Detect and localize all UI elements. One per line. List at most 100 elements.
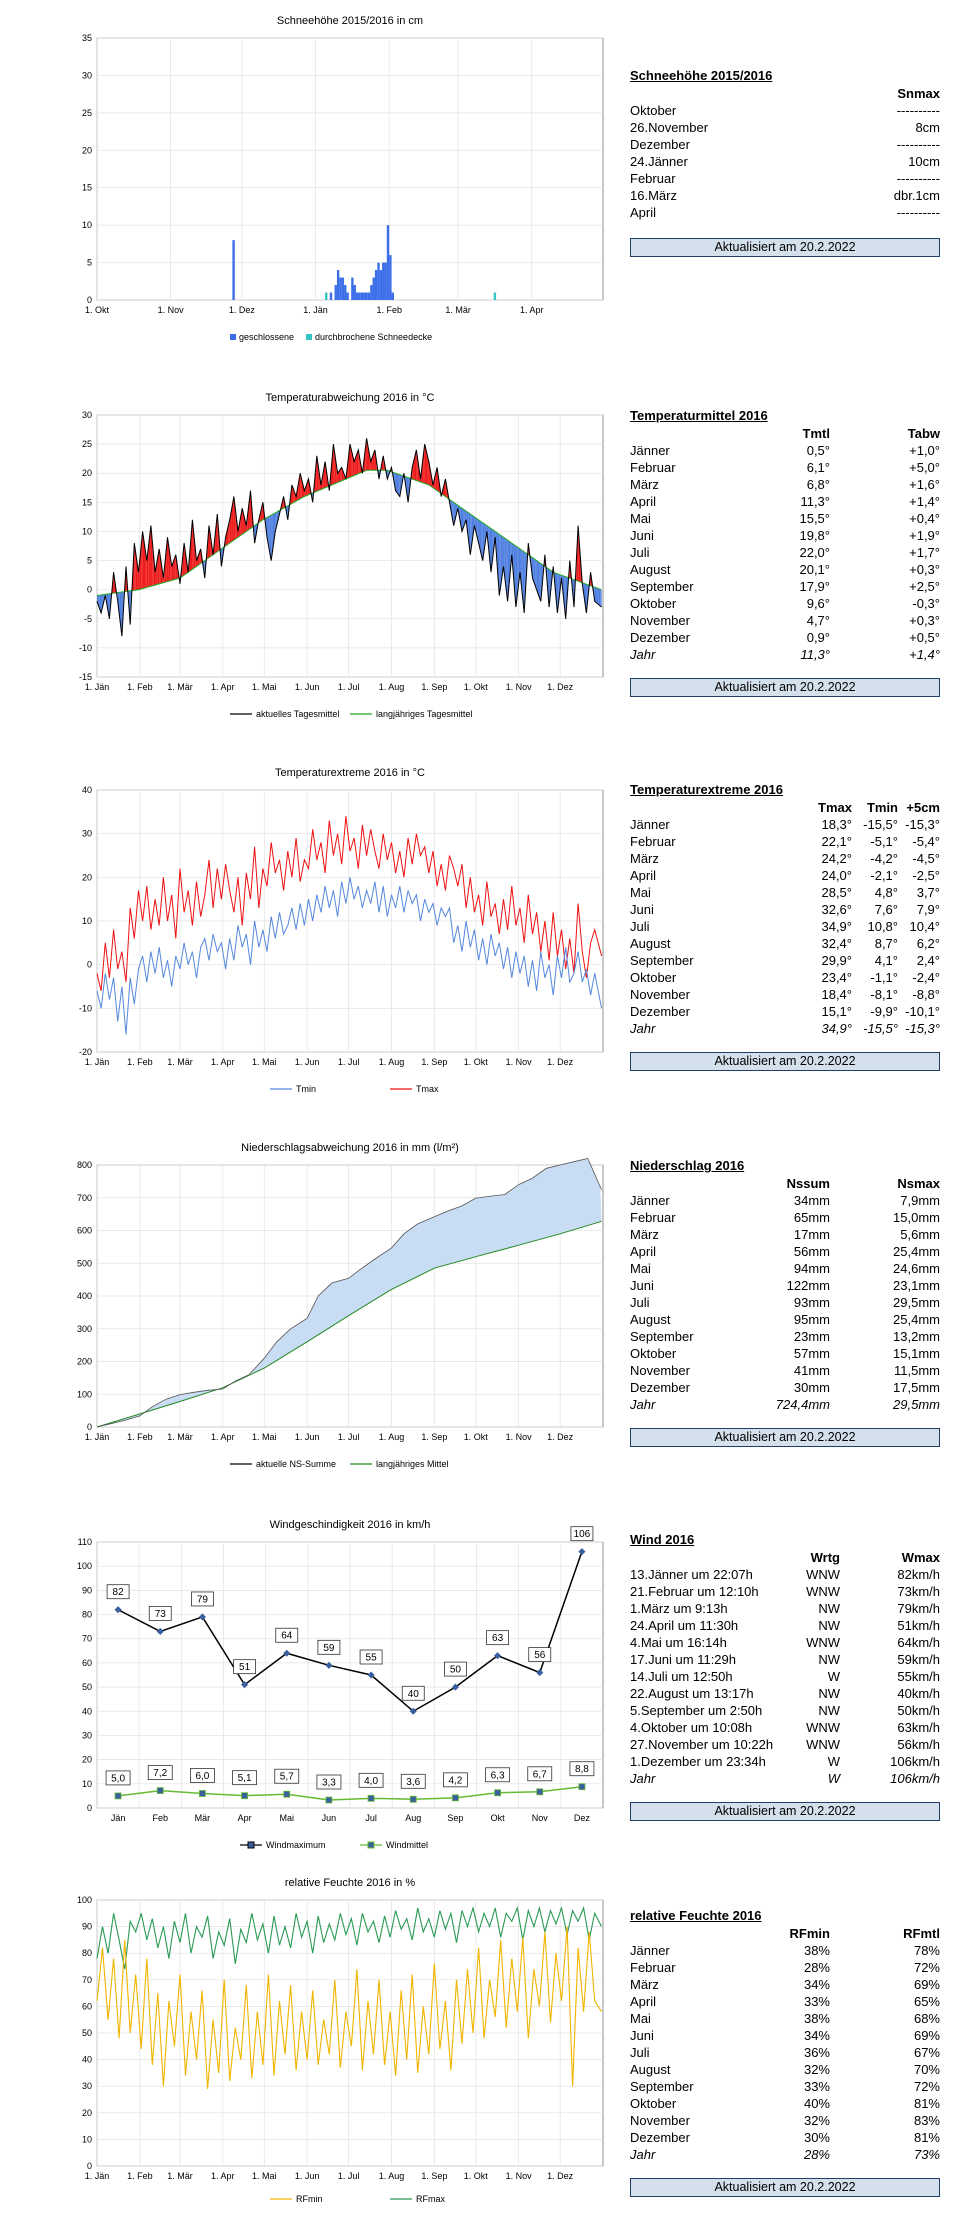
x-tick-label: 1. Sep [421,682,447,692]
snow-bar [389,255,392,300]
chart-title: Windgeschindigkeit 2016 in km/h [270,1519,431,1531]
cell: 5.September um 2:50h [630,1703,763,1718]
col-tabw: Tabw [907,426,940,441]
cell: 0,5° [806,443,830,458]
table-row: April 33% 65% [630,1993,940,2010]
cell: Juli [630,919,650,934]
cell: 6,1° [806,460,830,475]
cell: W [827,1771,840,1786]
cell: 69% [913,1977,940,1992]
x-tick-label: 1. Dez [547,1057,574,1067]
hum-table-rows: Jänner 38% 78% Februar 28% 72% März 34% 69% April… [630,1942,940,2163]
snow-bar [372,277,375,300]
data-label: 64 [281,1631,293,1642]
windmean-point [241,1792,248,1800]
y-tick-label: 30 [82,1730,92,1740]
table-row: Jänner 38% 78% [630,1942,940,1959]
table-row: April 11,3° +1,4° [630,493,940,510]
y-tick-label: 35 [82,33,92,43]
legend-marker [367,1841,375,1849]
y-tick-label: 30 [82,70,92,80]
y-tick-label: 100 [77,1389,92,1399]
table-row: 5.September um 2:50h NW 50km/h [630,1702,940,1719]
cell: 23,4° [821,970,852,985]
y-tick-label: -20 [79,1047,92,1057]
table-row: Mai 38% 68% [630,2010,940,2027]
x-tick-label: Nov [532,1813,549,1823]
table-row: Jänner 34mm 7,9mm [630,1192,940,1209]
cell: -5,4° [912,834,940,849]
cell: 4,7° [806,613,830,628]
table-row: November 4,7° +0,3° [630,612,940,629]
x-tick-label: 1. Jul [338,682,360,692]
textreme-table-rows: Jänner 18,3° -15,5° -15,3° Februar 22,1° -5,1°… [630,816,940,1037]
snow-bar [374,270,378,300]
cell: 15,1° [821,1004,852,1019]
x-tick-label: 1. Aug [379,2171,405,2181]
x-tick-label: 1. Feb [127,682,153,692]
cell: WNW [806,1720,840,1735]
cell: 23mm [793,1329,830,1344]
chart-title: Temperaturextreme 2016 in °C [275,767,425,779]
y-tick-label: 25 [82,108,92,118]
hum-table-header: RFmin RFmtl [630,1926,940,1942]
cell: 9,6° [806,596,830,611]
cell: 13.Jänner um 22:07h [630,1567,753,1582]
snow-bar [336,270,340,300]
cell: 25,4mm [893,1244,940,1259]
cell: 51km/h [897,1618,940,1633]
table-row: August 32,4° 8,7° 6,2° [630,935,940,952]
data-label: 6,0 [195,1771,209,1782]
cell: -4,5° [912,851,940,866]
table-row: 24.Jänner 10cm [630,153,940,170]
cell: 15,0mm [893,1210,940,1225]
y-tick-label: 200 [77,1357,92,1367]
cell: WNW [806,1567,840,1582]
y-tick-label: 90 [82,1585,92,1595]
data-label: 5,7 [280,1772,294,1783]
cell: 24,6mm [893,1261,940,1276]
prec-table-rows: Jänner 34mm 7,9mm Februar 65mm 15,0mm März 17mm… [630,1192,940,1413]
y-tick-label: -10 [79,643,92,653]
x-tick-label: Mär [195,1813,211,1823]
cell: 10cm [908,154,940,169]
cell: 81% [913,2130,940,2145]
snow-bar [344,285,347,300]
humidity-panel: relative Feuchte 2016 in % 0 10 20 30 40 50 60 7… [0,1860,957,2228]
cell: Juli [630,1295,650,1310]
windmean-point [283,1790,291,1798]
cell: Juni [630,1278,654,1293]
cell: +0,4° [909,511,940,526]
x-tick-label: 1. Mai [252,682,277,692]
prec-table-header: Nssum Nsmax [630,1176,940,1192]
snow-bar [360,292,364,300]
cell: November [630,987,690,1002]
x-tick-label: 1. Jul [338,1432,360,1442]
table-row: Oktober 23,4° -1,1° -2,4° [630,969,940,986]
table-row: Juni 19,8° +1,9° [630,527,940,544]
table-row: Mai 28,5° 4,8° 3,7° [630,884,940,901]
deviation-fill [398,474,400,497]
cell: 65mm [793,1210,830,1225]
cell: WNW [806,1737,840,1752]
table-row: November 32% 83% [630,2112,940,2129]
cell: 65% [913,1994,940,2009]
x-tick-label: Dez [574,1813,591,1823]
legend-label: RFmin [296,2194,323,2204]
cell: 4.Mai um 16:14h [630,1635,727,1650]
cell: 15,5° [799,511,830,526]
table-row: September 33% 72% [630,2078,940,2095]
cell: 30mm [793,1380,830,1395]
cell: September [630,579,694,594]
cell: April [630,868,657,883]
y-tick-label: 80 [82,1948,92,1958]
cell: 94mm [793,1261,830,1276]
cell: 33% [803,1994,830,2009]
legend-label: RFmax [416,2194,445,2204]
cell: Februar [630,1210,676,1225]
y-tick-label: 70 [82,1634,92,1644]
cell: 28,5° [821,885,852,900]
snow-bar [363,292,366,300]
y-tick-label: 400 [77,1291,92,1301]
deviation-fill [597,588,599,605]
